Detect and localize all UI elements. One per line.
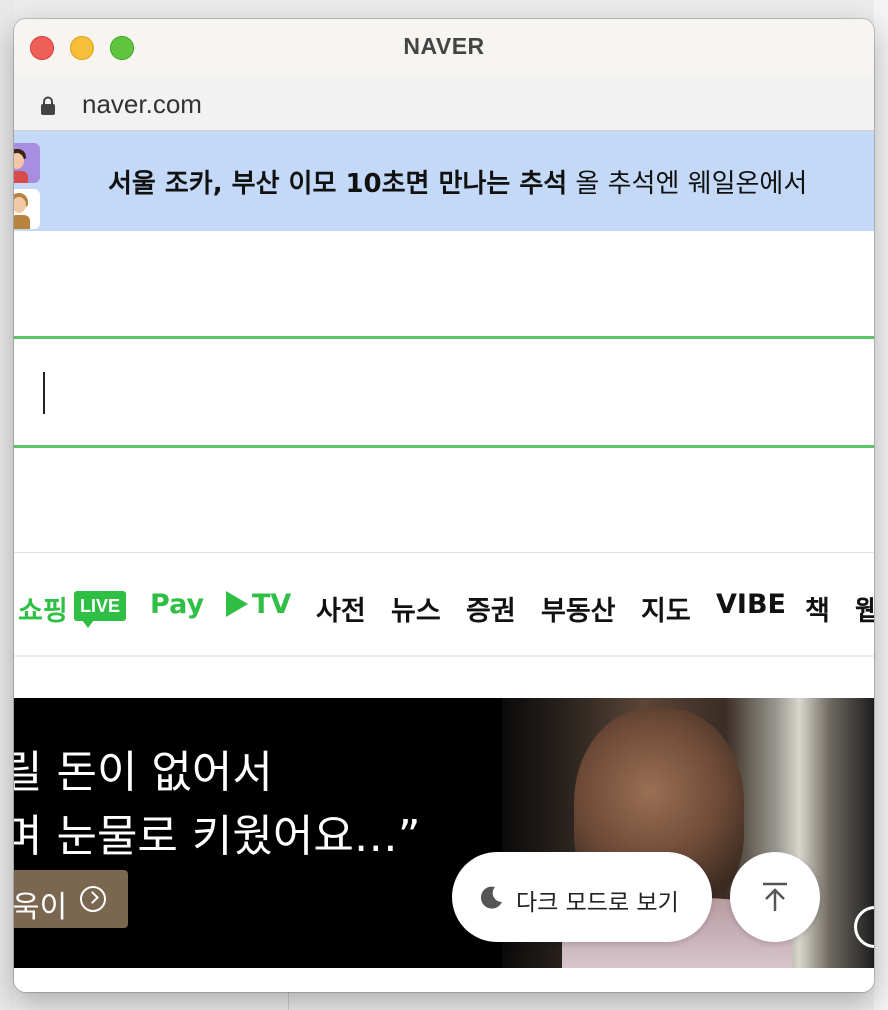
page-content: 서울 조카, 부산 이모 10초면 만나는 추석 올 추석엔 웨일온에서 쇼핑 … xyxy=(14,131,874,992)
service-news[interactable]: 뉴스 xyxy=(391,589,441,628)
lock-icon xyxy=(41,96,55,115)
banner-headline-rest: 올 추석엔 웨일온에서 xyxy=(567,169,808,199)
avatar-image xyxy=(14,143,40,183)
ad-text-line1: 릴 돈이 없어서 xyxy=(14,747,273,798)
moon-icon xyxy=(480,886,502,909)
window-title: NAVER xyxy=(403,33,485,59)
service-shopping[interactable]: 쇼핑 xyxy=(18,589,68,628)
arrow-up-to-top-icon xyxy=(763,882,787,911)
service-vibe[interactable]: VIBE xyxy=(716,589,786,620)
service-menu: 쇼핑 LIVE Pay TV 사전 뉴스 증권 부동산 지도 VIBE 책 웹 xyxy=(14,553,874,657)
url-text[interactable]: naver.com xyxy=(82,89,202,120)
scroll-to-top-button[interactable] xyxy=(730,852,820,942)
service-real-estate[interactable]: 부동산 xyxy=(541,589,616,628)
service-webtoon[interactable]: 웹 xyxy=(855,589,874,628)
service-stock[interactable]: 증권 xyxy=(466,589,516,628)
ad-cta-label: 욱이 xyxy=(14,890,68,925)
title-bar: NAVER xyxy=(14,19,874,77)
live-badge[interactable]: LIVE xyxy=(74,591,126,628)
service-dictionary[interactable]: 사전 xyxy=(316,589,366,628)
dark-mode-button[interactable]: 다크 모드로 보기 xyxy=(452,852,712,942)
avatar-image xyxy=(14,189,40,229)
service-map[interactable]: 지도 xyxy=(641,589,691,628)
desktop-left-edge xyxy=(0,0,14,1010)
dark-mode-label: 다크 모드로 보기 xyxy=(516,890,679,916)
banner-headline-bold: 서울 조카, 부산 이모 10초면 만나는 추석 xyxy=(108,169,568,199)
service-book[interactable]: 책 xyxy=(805,589,830,628)
search-input[interactable] xyxy=(14,336,874,448)
background-window-edge xyxy=(874,0,888,1010)
service-pay[interactable]: Pay xyxy=(150,589,204,620)
ad-cta-button[interactable]: 욱이 xyxy=(14,870,128,928)
browser-window: NAVER naver.com 서울 조카, 부산 이모 10초면 만나는 추석… xyxy=(14,19,874,992)
ad-text-line2: 며 눈물로 키웠어요…” xyxy=(14,811,421,862)
promo-banner[interactable]: 서울 조카, 부산 이모 10초면 만나는 추석 올 추석엔 웨일온에서 xyxy=(14,131,874,231)
banner-text[interactable]: 서울 조카, 부산 이모 10초면 만나는 추석 올 추석엔 웨일온에서 xyxy=(108,163,807,200)
page-footer-gap xyxy=(14,968,874,992)
play-icon xyxy=(226,591,248,617)
service-tv[interactable]: TV xyxy=(252,589,291,620)
address-bar[interactable]: naver.com xyxy=(14,76,874,131)
text-caret xyxy=(43,372,45,414)
